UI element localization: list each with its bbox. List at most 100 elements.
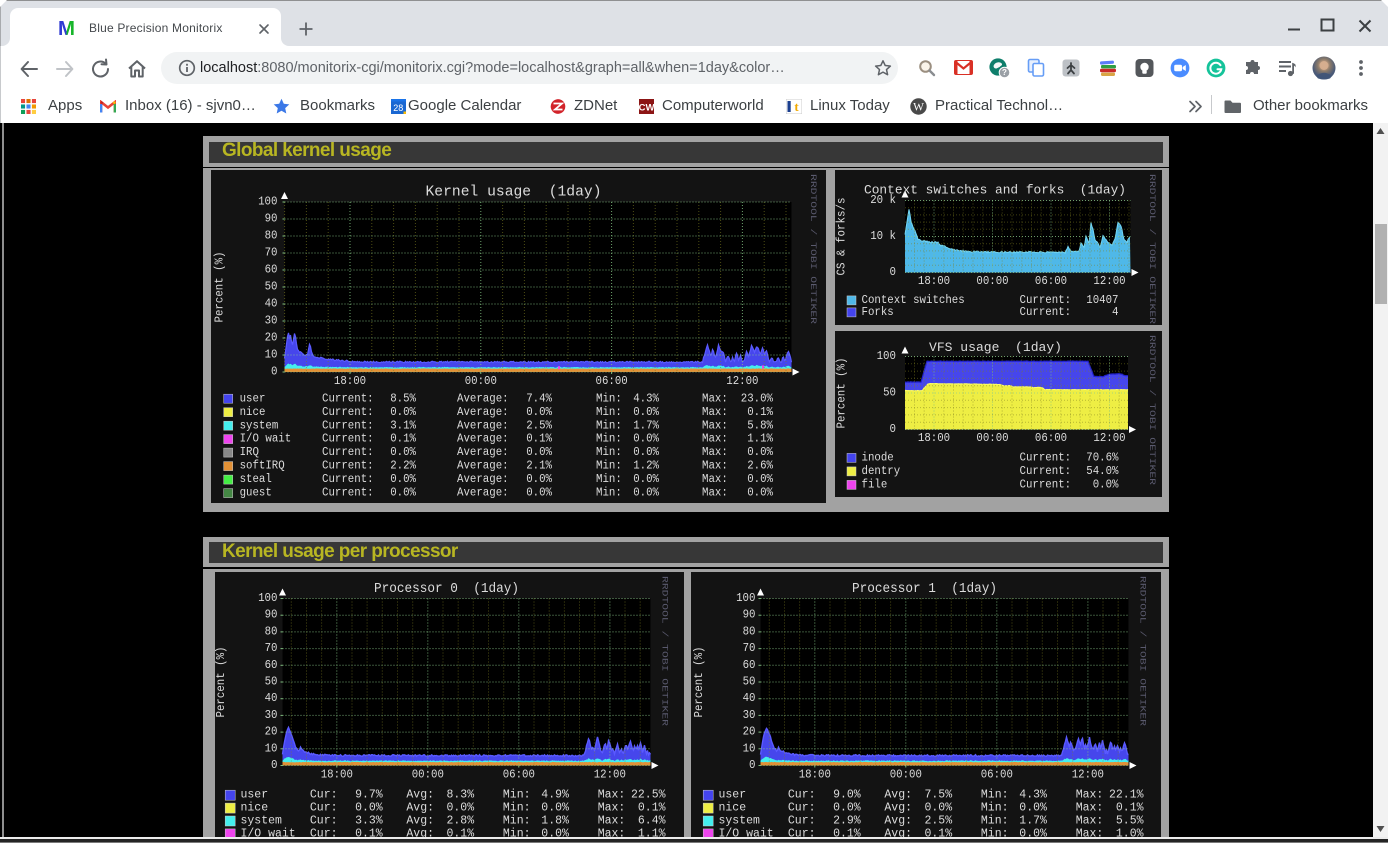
svg-text:IRQ: IRQ [240, 446, 259, 459]
svg-text:Max:: Max: [702, 392, 728, 405]
svg-text:Min:: Min: [596, 460, 622, 473]
svg-text:06:00: 06:00 [503, 769, 535, 782]
svg-text:Avg:: Avg: [406, 802, 434, 815]
svg-text:Min:: Min: [596, 433, 622, 446]
svg-text:Forks: Forks [862, 306, 894, 319]
svg-text:60: 60 [743, 659, 756, 672]
svg-text:dentry: dentry [862, 465, 901, 478]
svg-text:Min:: Min: [596, 392, 622, 405]
svg-text:Current:: Current: [322, 460, 374, 473]
svg-text:0.0%: 0.0% [355, 802, 383, 815]
svg-text:2.5%: 2.5% [925, 815, 953, 828]
svg-text:Min:: Min: [596, 446, 622, 459]
svg-text:0: 0 [749, 759, 756, 772]
svg-text:12:00: 12:00 [726, 375, 758, 388]
svg-text:RRDTOOL / TOBI OETIKER: RRDTOOL / TOBI OETIKER [1147, 335, 1157, 485]
svg-text:06:00: 06:00 [981, 769, 1013, 782]
svg-text:Min:: Min: [503, 802, 531, 815]
svg-text:Max:: Max: [598, 789, 626, 802]
svg-text:Max:: Max: [702, 460, 728, 473]
svg-text:0: 0 [271, 759, 278, 772]
svg-text:Avg:: Avg: [884, 789, 912, 802]
svg-text:Average:: Average: [457, 446, 509, 459]
svg-text:Min:: Min: [503, 815, 531, 828]
svg-text:2.2%: 2.2% [390, 460, 416, 473]
svg-text:1.1%: 1.1% [747, 433, 773, 446]
svg-text:Average:: Average: [457, 419, 509, 432]
svg-text:inode: inode [862, 452, 894, 465]
svg-text:Cur:: Cur: [310, 815, 338, 828]
svg-text:0.0%: 0.0% [390, 487, 416, 500]
svg-text:nice: nice [719, 802, 747, 815]
svg-text:0.0%: 0.0% [390, 473, 416, 486]
svg-text:20: 20 [265, 726, 278, 739]
svg-text:0.1%: 0.1% [390, 433, 416, 446]
svg-text:0.0%: 0.0% [1019, 802, 1047, 815]
svg-text:0.0%: 0.0% [747, 473, 773, 486]
svg-text:RRDTOOL / TOBI OETIKER: RRDTOOL / TOBI OETIKER [808, 174, 818, 324]
svg-text:0.0%: 0.0% [526, 487, 552, 500]
svg-text:18:00: 18:00 [918, 432, 950, 445]
svg-text:Average:: Average: [457, 406, 509, 419]
svg-text:0.0%: 0.0% [633, 473, 659, 486]
svg-text:20: 20 [743, 726, 756, 739]
svg-text:100: 100 [736, 592, 755, 605]
svg-text:W: W [913, 102, 924, 114]
svg-text:Max:: Max: [702, 473, 728, 486]
svg-text:18:00: 18:00 [334, 375, 366, 388]
svg-text:40: 40 [265, 692, 278, 705]
svg-text:7.5%: 7.5% [925, 789, 953, 802]
svg-text:Average:: Average: [457, 487, 509, 500]
svg-text:20 k: 20 k [870, 194, 896, 207]
svg-text:Avg:: Avg: [884, 815, 912, 828]
svg-text:Max:: Max: [1076, 789, 1104, 802]
svg-text:0.1%: 0.1% [747, 406, 773, 419]
svg-text:file: file [862, 479, 888, 492]
svg-text:80: 80 [743, 625, 756, 638]
svg-text:12:00: 12:00 [594, 769, 626, 782]
svg-text:1.7%: 1.7% [633, 419, 659, 432]
svg-text:Current:: Current: [322, 419, 374, 432]
svg-text:00:00: 00:00 [976, 432, 1008, 445]
svg-text:Avg:: Avg: [406, 815, 434, 828]
svg-text:0.0%: 0.0% [633, 446, 659, 459]
svg-text:Current:: Current: [322, 446, 374, 459]
svg-text:0.0%: 0.0% [925, 802, 953, 815]
svg-text:Cur:: Cur: [788, 815, 816, 828]
svg-text:0.0%: 0.0% [633, 487, 659, 500]
svg-text:CW: CW [639, 103, 654, 114]
svg-text:Average:: Average: [457, 433, 509, 446]
svg-text:0.0%: 0.0% [1093, 479, 1119, 492]
svg-text:06:00: 06:00 [1035, 275, 1067, 288]
svg-text:0.0%: 0.0% [633, 433, 659, 446]
svg-text:0.1%: 0.1% [526, 433, 552, 446]
svg-text:0.0%: 0.0% [526, 473, 552, 486]
svg-text:10: 10 [265, 742, 278, 755]
svg-text:Current:: Current: [1020, 479, 1072, 492]
svg-text:Current:: Current: [1020, 465, 1072, 478]
svg-text:user: user [240, 392, 266, 405]
svg-text:Percent (%): Percent (%) [214, 252, 227, 323]
svg-text:00:00: 00:00 [890, 769, 922, 782]
svg-text:Cur:: Cur: [310, 802, 338, 815]
svg-text:I/O wait: I/O wait [240, 433, 292, 446]
svg-text:4: 4 [1112, 306, 1119, 319]
svg-text:100: 100 [877, 350, 896, 363]
svg-text:50: 50 [743, 676, 756, 689]
svg-text:06:00: 06:00 [596, 375, 628, 388]
svg-text:90: 90 [743, 609, 756, 622]
svg-text:00:00: 00:00 [465, 375, 497, 388]
svg-text:50: 50 [265, 676, 278, 689]
svg-text:8.5%: 8.5% [390, 392, 416, 405]
svg-text:Min:: Min: [503, 789, 531, 802]
svg-text:18:00: 18:00 [321, 769, 353, 782]
svg-text:2.9%: 2.9% [833, 815, 861, 828]
svg-text:RRDTOOL / TOBI OETIKER: RRDTOOL / TOBI OETIKER [1138, 576, 1148, 726]
svg-text:28: 28 [393, 103, 403, 113]
svg-text:4.3%: 4.3% [1019, 789, 1047, 802]
svg-text:70.6%: 70.6% [1086, 452, 1118, 465]
svg-text:100: 100 [258, 196, 277, 209]
svg-text:Current:: Current: [1020, 306, 1072, 319]
svg-text:5.8%: 5.8% [747, 419, 773, 432]
svg-text:Max:: Max: [702, 446, 728, 459]
